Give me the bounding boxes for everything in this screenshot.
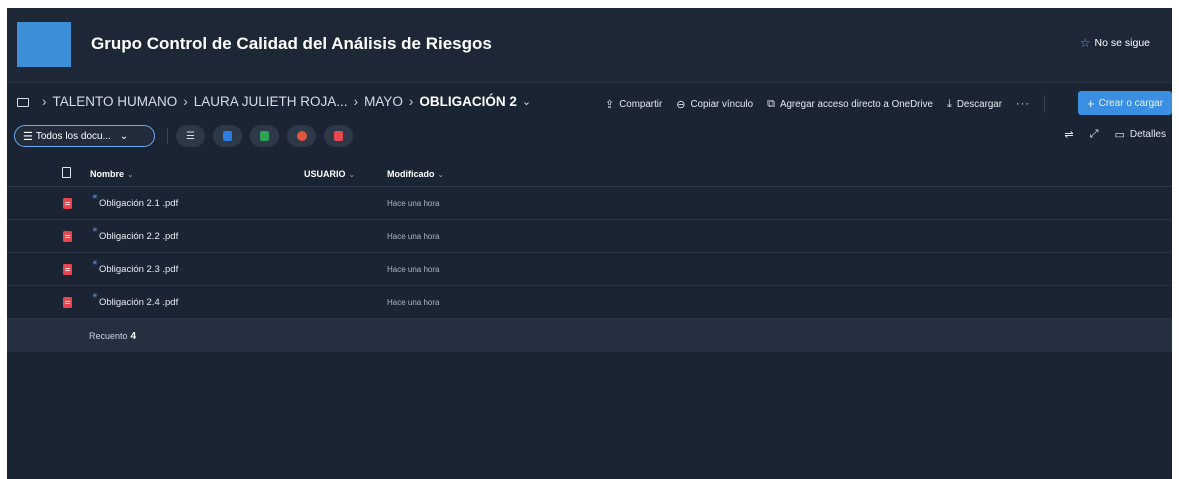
chevron-right-icon: › xyxy=(408,94,414,109)
breadcrumb: › TALENTO HUMANO › LAURA JULIETH ROJA...… xyxy=(17,94,531,109)
pdf-filter-chip[interactable] xyxy=(324,125,353,147)
new-file-icon: ✳ xyxy=(92,260,98,267)
details-label: Detalles xyxy=(1129,129,1166,140)
table-row[interactable]: ✳ Obligación 2.1 .pdf Hace una hora xyxy=(7,187,1172,220)
pdf-icon xyxy=(334,131,343,141)
chevron-right-icon: › xyxy=(42,94,47,109)
breadcrumb-current[interactable]: OBLIGACIÓN 2 xyxy=(419,94,517,109)
chevron-down-icon[interactable]: ⌄ xyxy=(522,95,531,108)
file-type-icon[interactable] xyxy=(62,167,71,178)
share-button[interactable]: ⇪ Compartir xyxy=(605,98,662,111)
pdf-file-icon xyxy=(63,264,72,275)
star-icon: ☆ xyxy=(1079,36,1091,50)
powerpoint-filter-chip[interactable] xyxy=(287,125,316,147)
column-header-user[interactable]: USUARIO ⌄ xyxy=(304,169,355,179)
plus-icon: + xyxy=(1086,95,1095,111)
copy-link-button[interactable]: ⊖ Copiar vínculo xyxy=(676,98,753,111)
count-label: Recuento 4 xyxy=(89,331,136,342)
word-icon xyxy=(223,131,232,141)
chevron-right-icon: › xyxy=(183,94,188,109)
expand-icon: ⤢ xyxy=(1089,128,1099,140)
command-actions: ⇪ Compartir ⊖ Copiar vínculo ⧉ Agregar a… xyxy=(605,95,1055,113)
copy-link-label: Copiar vínculo xyxy=(690,98,754,110)
command-bar: › TALENTO HUMANO › LAURA JULIETH ROJA...… xyxy=(7,88,1172,118)
column-header-modified[interactable]: Modificado ⌄ xyxy=(387,169,444,179)
view-selector[interactable]: ☰ Todos los docu... ⌄ xyxy=(14,125,155,147)
table-row[interactable]: ✳ Obligación 2.2 .pdf Hace una hora xyxy=(7,220,1172,253)
add-shortcut-label: Agregar acceso directo a OneDrive xyxy=(779,98,933,110)
column-modified-label: Modificado xyxy=(387,169,435,179)
new-file-icon: ✳ xyxy=(92,227,98,234)
file-name[interactable]: Obligación 2.4 .pdf xyxy=(99,297,178,308)
column-header-name[interactable]: Nombre ⌄ xyxy=(90,169,134,179)
count-value: 4 xyxy=(130,331,137,342)
powerpoint-icon xyxy=(296,131,307,141)
count-footer: Recuento 4 xyxy=(7,319,1172,352)
table-header: Nombre ⌄ USUARIO ⌄ Modificado ⌄ xyxy=(7,163,1172,187)
details-button[interactable]: ▭ Detalles xyxy=(1114,128,1166,141)
site-title[interactable]: Grupo Control de Calidad del Análisis de… xyxy=(91,34,492,54)
column-user-label: USUARIO xyxy=(304,169,346,179)
table-row[interactable]: ✳ Obligación 2.3 .pdf Hace una hora xyxy=(7,253,1172,286)
excel-icon xyxy=(260,131,269,141)
divider xyxy=(1044,95,1046,113)
follow-button[interactable]: ☆ No se sigue xyxy=(1080,36,1150,50)
details-icon: ▭ xyxy=(1114,129,1125,141)
modified-time: Hace una hora xyxy=(387,298,440,307)
list-icon: ☰ xyxy=(23,130,33,143)
download-label: Descargar xyxy=(956,98,1003,110)
view-toolbar: ☰ Todos los docu... ⌄ ☰ ⇌ ⤢ ▭ Detalles xyxy=(7,122,1172,150)
expand-button[interactable]: ⤢ xyxy=(1090,128,1099,141)
new-file-icon: ✳ xyxy=(92,194,98,201)
breadcrumb-item[interactable]: LAURA JULIETH ROJA... xyxy=(194,94,348,109)
chevron-down-icon: ⌄ xyxy=(437,170,445,179)
customize-view-button[interactable]: ⇌ xyxy=(1064,128,1073,141)
link-icon: ⊖ xyxy=(676,98,686,111)
chevron-down-icon: ⌄ xyxy=(127,170,134,179)
add-shortcut-button[interactable]: ⧉ Agregar acceso directo a OneDrive xyxy=(767,98,933,111)
table-row[interactable]: ✳ Obligación 2.4 .pdf Hace una hora xyxy=(7,286,1172,319)
share-label: Compartir xyxy=(619,98,663,110)
filter-chip[interactable]: ☰ xyxy=(176,125,205,147)
create-upload-button[interactable]: + Crear o cargar xyxy=(1078,91,1172,115)
chevron-down-icon: ⌄ xyxy=(119,130,129,142)
view-tools: ⇌ ⤢ ▭ Detalles xyxy=(1064,128,1166,141)
breadcrumb-item[interactable]: MAYO xyxy=(364,94,403,109)
view-label: Todos los docu... xyxy=(35,130,111,142)
sliders-icon: ⇌ xyxy=(1064,129,1074,141)
chevron-down-icon: ⌄ xyxy=(348,170,356,179)
share-icon: ⇪ xyxy=(605,98,615,111)
column-name-label: Nombre xyxy=(90,169,125,179)
download-icon: ⤓ xyxy=(946,97,952,110)
pdf-file-icon xyxy=(63,297,72,308)
more-options-icon[interactable]: ··· xyxy=(1016,98,1030,110)
excel-filter-chip[interactable] xyxy=(250,125,279,147)
follow-label: No se sigue xyxy=(1094,37,1150,49)
modified-time: Hace una hora xyxy=(387,232,440,241)
file-name[interactable]: Obligación 2.2 .pdf xyxy=(99,231,178,242)
folder-icon[interactable] xyxy=(17,97,29,107)
new-file-icon: ✳ xyxy=(92,293,98,300)
app-frame: Grupo Control de Calidad del Análisis de… xyxy=(7,8,1172,479)
divider xyxy=(167,128,168,144)
pdf-file-icon xyxy=(63,198,72,209)
file-name[interactable]: Obligación 2.3 .pdf xyxy=(99,264,178,275)
site-logo[interactable] xyxy=(17,22,71,67)
word-filter-chip[interactable] xyxy=(213,125,242,147)
chevron-right-icon: › xyxy=(353,94,359,109)
filter-icon: ☰ xyxy=(186,130,195,142)
pdf-file-icon xyxy=(63,231,72,242)
count-label-text: Recuento xyxy=(89,331,128,341)
modified-time: Hace una hora xyxy=(387,265,440,274)
breadcrumb-item[interactable]: TALENTO HUMANO xyxy=(53,94,178,109)
modified-time: Hace una hora xyxy=(387,199,440,208)
shortcut-icon: ⧉ xyxy=(767,97,775,110)
file-name[interactable]: Obligación 2.1 .pdf xyxy=(99,198,178,209)
download-button[interactable]: ⤓ Descargar xyxy=(947,98,1002,111)
create-upload-label: Crear o cargar xyxy=(1098,97,1164,109)
filter-chips: ☰ xyxy=(176,125,353,147)
site-header: Grupo Control de Calidad del Análisis de… xyxy=(7,8,1172,83)
file-table: Nombre ⌄ USUARIO ⌄ Modificado ⌄ ✳ Obligació… xyxy=(7,163,1172,352)
